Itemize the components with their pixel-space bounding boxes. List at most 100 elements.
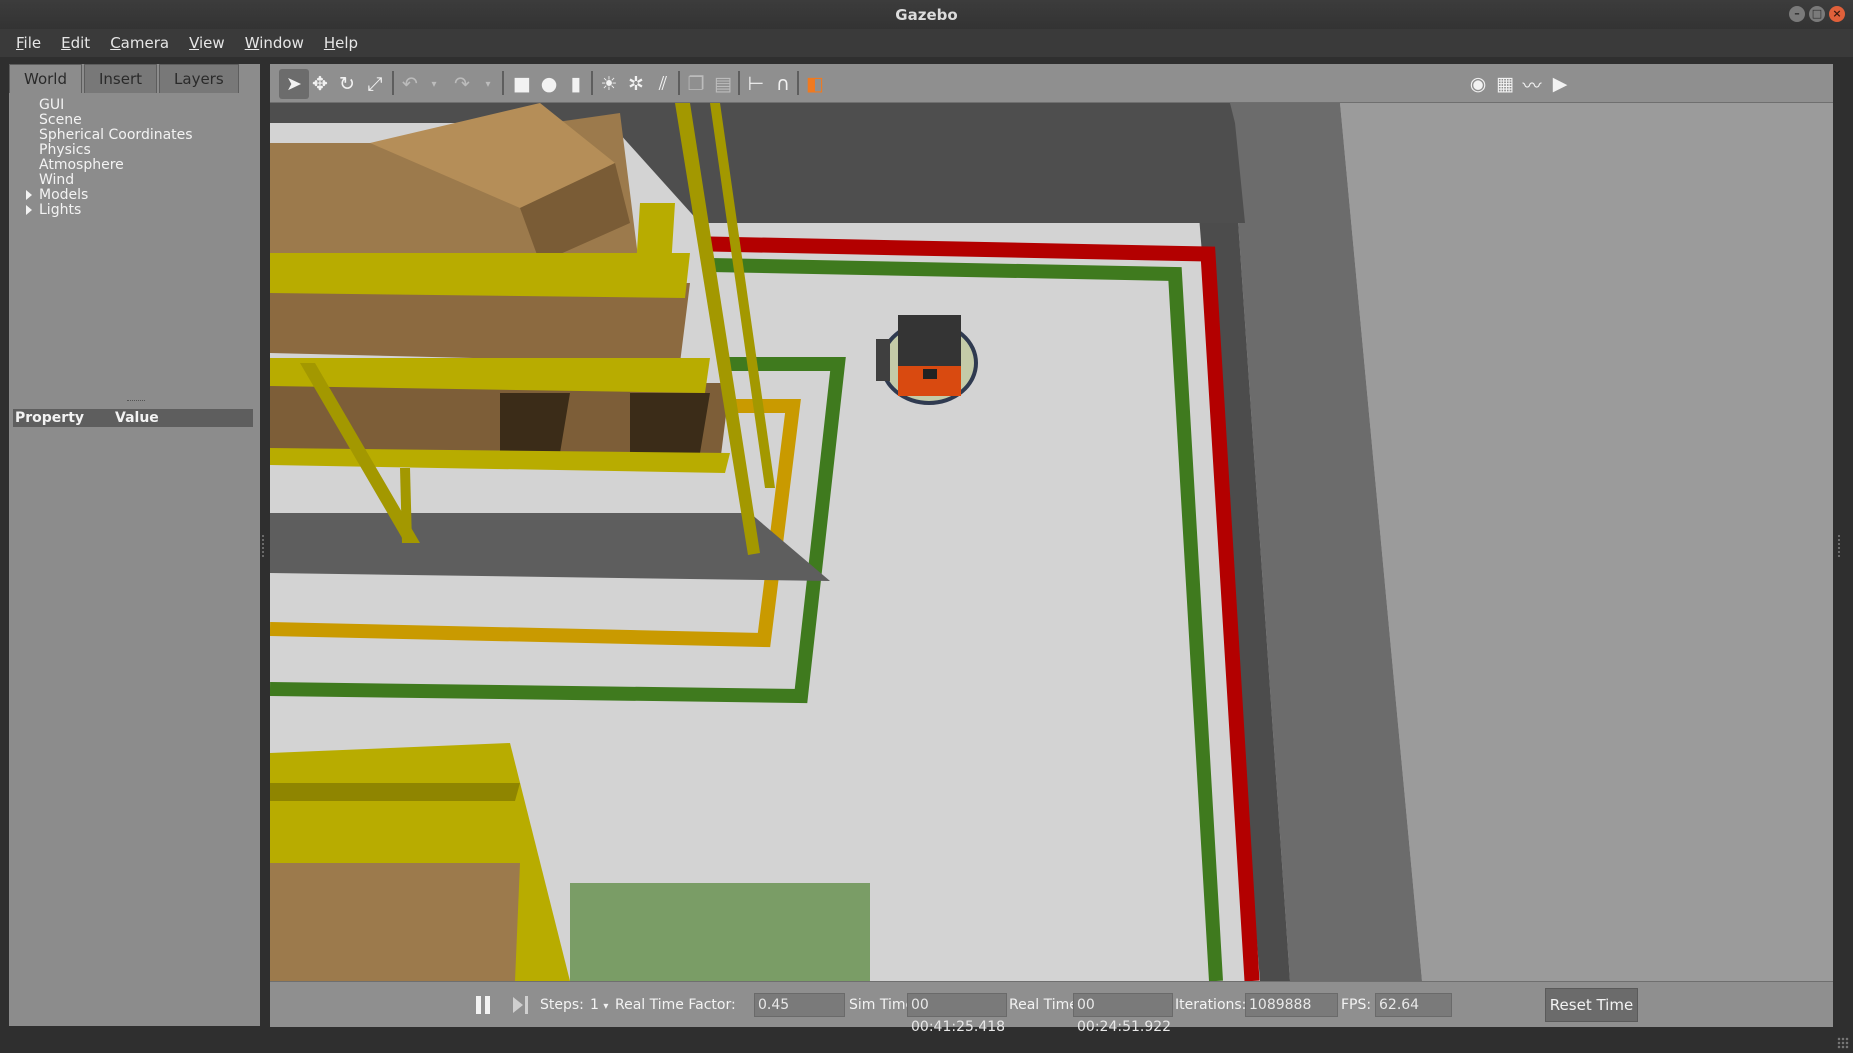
tab-world[interactable]: World — [9, 64, 82, 93]
floor-line-green-bottom — [570, 883, 870, 981]
robot-sensor — [923, 369, 937, 379]
screenshot-icon[interactable]: ◉ — [1466, 72, 1490, 96]
snap-icon[interactable]: ∩ — [771, 72, 795, 96]
menu-edit[interactable]: Edit — [51, 34, 100, 52]
wall-top-strip — [270, 103, 1235, 123]
resize-grip-icon[interactable] — [1837, 1037, 1849, 1049]
steps-number: 1 — [590, 997, 599, 1013]
steps-value[interactable]: 1 ▾ — [590, 997, 608, 1013]
property-header: Property Value — [13, 409, 253, 427]
toolbar-separator — [797, 71, 799, 95]
minimize-icon[interactable]: – — [1789, 6, 1805, 22]
redo-history-icon[interactable]: ▾ — [476, 72, 500, 96]
world-tree: GUI Scene Spherical Coordinates Physics … — [9, 97, 260, 397]
real-time-label: Real Time: — [1009, 997, 1083, 1013]
status-bar: Steps: 1 ▾ Real Time Factor: 0.45 Sim Ti… — [270, 981, 1833, 1035]
steps-label: Steps: — [540, 997, 584, 1013]
tab-layers[interactable]: Layers — [159, 64, 239, 93]
reset-time-button[interactable]: Reset Time — [1545, 988, 1638, 1022]
fps-label: FPS: — [1341, 997, 1372, 1013]
scale-mode-icon[interactable]: ⤢ — [363, 72, 387, 96]
rotate-mode-icon[interactable]: ↻ — [335, 72, 359, 96]
shelf-bottom-beam — [270, 783, 520, 801]
menu-window[interactable]: Window — [235, 34, 314, 52]
rtf-field: 0.45 — [754, 993, 845, 1017]
directional-light-icon[interactable]: ⫽ — [651, 72, 675, 96]
sphere-shape-icon[interactable]: ● — [537, 72, 561, 96]
scene-render — [270, 103, 1833, 981]
menu-help[interactable]: Help — [314, 34, 368, 52]
shelf-brace — [635, 203, 675, 283]
real-time-field: 00 00:24:51.922 — [1073, 993, 1173, 1035]
tree-item-physics[interactable]: Physics — [39, 142, 91, 158]
select-mode-icon[interactable]: ➤ — [279, 69, 309, 99]
align-icon[interactable]: ⊢ — [744, 72, 768, 96]
box-dark-gap — [500, 393, 570, 453]
window-title: Gazebo — [895, 5, 958, 24]
copy-icon[interactable]: ❐ — [684, 72, 708, 96]
left-splitter-handle[interactable] — [262, 535, 266, 557]
main-area: ➤ ✥ ↻ ⤢ ↶ ▾ ↷ ▾ ■ ● ▮ ☀ ✲ ⫽ ❐ ▤ ⊢ ∩ ◧ ◉ … — [270, 64, 1833, 1035]
toolbar-separator — [591, 71, 593, 95]
toolbar-separator — [392, 71, 394, 95]
menu-view[interactable]: View — [179, 34, 235, 52]
menu-camera[interactable]: Camera — [100, 34, 179, 52]
tree-item-lights[interactable]: Lights — [26, 202, 82, 218]
video-record-icon[interactable]: ▶ — [1548, 72, 1572, 96]
rtf-label: Real Time Factor: — [615, 997, 736, 1013]
window-controls: – □ × — [1789, 6, 1845, 22]
undo-history-icon[interactable]: ▾ — [422, 72, 446, 96]
menu-file[interactable]: File — [6, 34, 51, 52]
3d-viewport[interactable] — [270, 103, 1833, 981]
close-icon[interactable]: × — [1829, 6, 1845, 22]
property-column-header: Property — [15, 410, 85, 426]
window-titlebar: Gazebo – □ × — [0, 0, 1853, 29]
iterations-field: 1089888 — [1245, 993, 1338, 1017]
spot-light-icon[interactable]: ✲ — [624, 72, 648, 96]
tree-item-label: Models — [39, 187, 89, 203]
robot-bumper — [876, 339, 890, 381]
tree-item-gui[interactable]: GUI — [39, 97, 64, 113]
tree-item-atmosphere[interactable]: Atmosphere — [39, 157, 124, 173]
tree-item-wind[interactable]: Wind — [39, 172, 74, 188]
wall-top — [1340, 103, 1833, 981]
iterations-label: Iterations: — [1175, 997, 1247, 1013]
toolbar-separator — [738, 71, 740, 95]
menu-bar: File Edit Camera View Window Help — [0, 29, 1853, 57]
right-splitter-handle[interactable] — [1838, 535, 1842, 557]
expand-arrow-icon[interactable] — [26, 205, 32, 215]
robot-top — [898, 315, 961, 367]
chevron-down-icon: ▾ — [603, 1001, 609, 1012]
tree-item-label: Lights — [39, 202, 82, 218]
tab-insert[interactable]: Insert — [84, 64, 158, 93]
redo-icon[interactable]: ↷ — [450, 72, 474, 96]
shelf-beam-top — [270, 253, 690, 298]
tree-item-spherical-coordinates[interactable]: Spherical Coordinates — [39, 127, 193, 143]
shelf-bottom-boxes — [270, 863, 520, 981]
sim-time-field: 00 00:41:25.418 — [907, 993, 1007, 1035]
plot-icon[interactable]: 〰 — [1520, 72, 1544, 97]
log-icon[interactable]: ▦ — [1493, 72, 1517, 96]
paste-icon[interactable]: ▤ — [711, 72, 735, 96]
left-panel-tabs: World Insert Layers — [9, 64, 239, 94]
left-panel: World Insert Layers GUI Scene Spherical … — [9, 64, 260, 1026]
shelf-leg — [400, 468, 412, 543]
tree-item-scene[interactable]: Scene — [39, 112, 82, 128]
pause-icon[interactable] — [475, 996, 491, 1014]
toolbar-separator — [678, 71, 680, 95]
toolbar-separator — [502, 71, 504, 95]
toolbar: ➤ ✥ ↻ ⤢ ↶ ▾ ↷ ▾ ■ ● ▮ ☀ ✲ ⫽ ❐ ▤ ⊢ ∩ ◧ ◉ … — [270, 64, 1833, 103]
step-icon[interactable] — [513, 996, 531, 1014]
undo-icon[interactable]: ↶ — [398, 72, 422, 96]
cylinder-shape-icon[interactable]: ▮ — [564, 72, 588, 96]
point-light-icon[interactable]: ☀ — [597, 72, 621, 96]
tree-item-models[interactable]: Models — [26, 187, 89, 203]
expand-arrow-icon[interactable] — [26, 190, 32, 200]
translate-mode-icon[interactable]: ✥ — [308, 72, 332, 96]
box-shape-icon[interactable]: ■ — [510, 72, 534, 96]
maximize-icon[interactable]: □ — [1809, 6, 1825, 22]
splitter-grip[interactable] — [127, 400, 145, 403]
view-angle-icon[interactable]: ◧ — [803, 72, 827, 96]
value-column-header: Value — [115, 410, 159, 426]
fps-field: 62.64 — [1375, 993, 1452, 1017]
